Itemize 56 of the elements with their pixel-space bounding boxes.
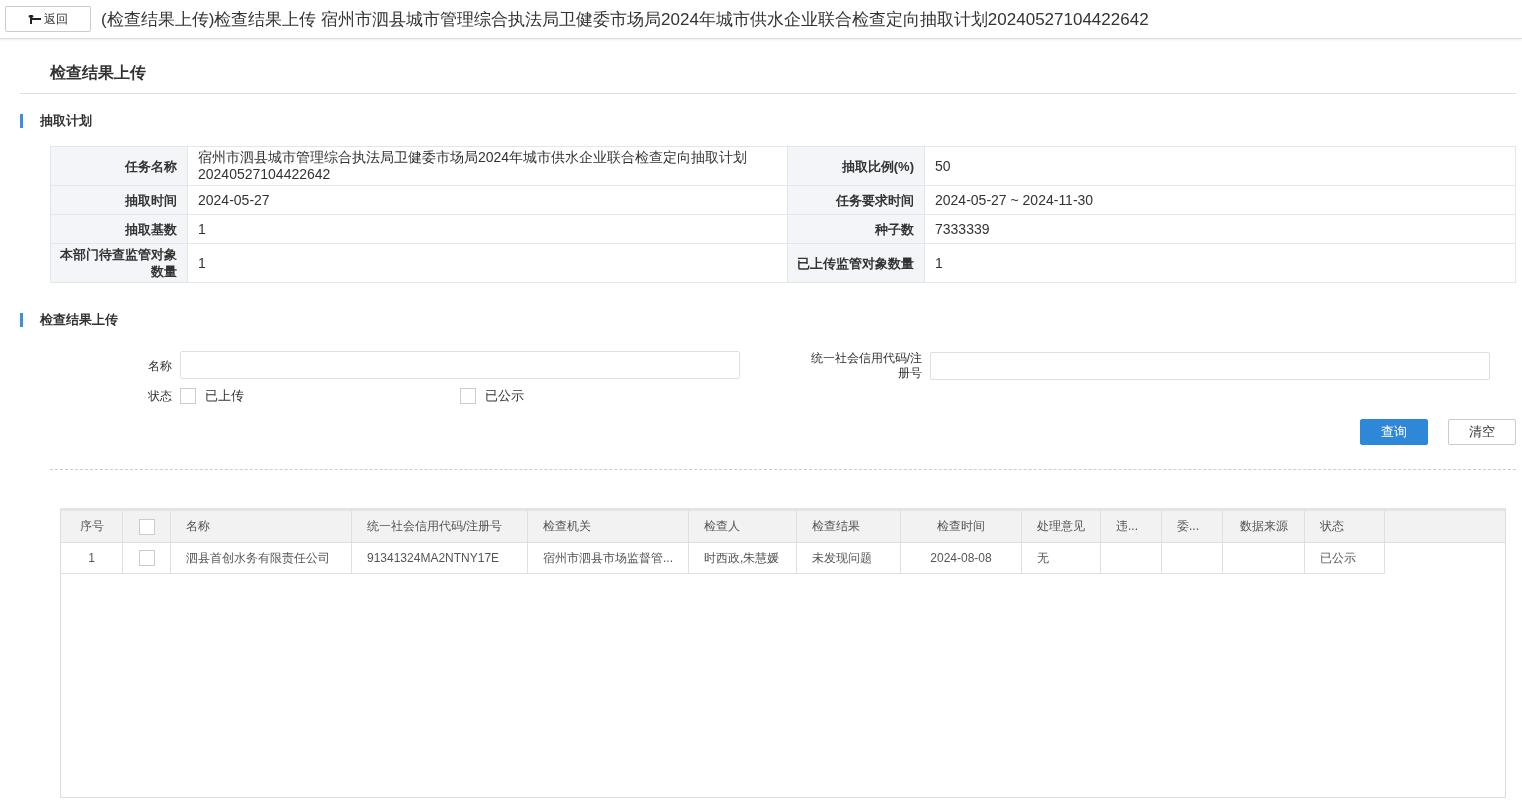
field-value: 宿州市泗县城市管理综合执法局卫健委市场局2024年城市供水企业联合检查定向抽取计划20240527104422642 xyxy=(187,146,788,186)
checkbox-label: 已公示 xyxy=(485,387,524,405)
page-title: 检查结果上传 xyxy=(20,39,1516,94)
checkbox[interactable] xyxy=(180,388,196,404)
field-label: 本部门待查监管对象数量 xyxy=(50,243,188,283)
select-all-checkbox[interactable] xyxy=(138,518,155,535)
column-header: 委... xyxy=(1162,511,1223,542)
field-value: 1 xyxy=(187,243,788,283)
field-label: 种子数 xyxy=(787,214,925,244)
table-cell: 无 xyxy=(1022,543,1101,574)
name-input-field[interactable] xyxy=(180,351,740,379)
field-value: 2024-05-27 ~ 2024-11-30 xyxy=(924,185,1516,215)
table-cell: 91341324MA2NTNY17E xyxy=(352,543,528,574)
clear-button[interactable]: 清空 xyxy=(1448,419,1516,445)
section-heading: 抽取计划 xyxy=(20,114,1516,128)
column-header: 名称 xyxy=(171,511,352,542)
column-header: 序号 xyxy=(61,511,123,542)
field-value: 50 xyxy=(924,146,1516,186)
checkbox[interactable] xyxy=(460,388,476,404)
table-cell: 1 xyxy=(61,543,123,574)
column-header: 检查结果 xyxy=(797,511,901,542)
column-header: 违... xyxy=(1101,511,1162,542)
field-value: 2024-05-27 xyxy=(187,185,788,215)
field-value: 7333339 xyxy=(924,214,1516,244)
column-header: 处理意见 xyxy=(1022,511,1101,542)
column-header: 检查人 xyxy=(689,511,797,542)
return-arrow-icon xyxy=(28,14,41,24)
field-value: 1 xyxy=(187,214,788,244)
table-cell: 未发现问题 xyxy=(797,543,901,574)
field-label: 名称 xyxy=(147,357,173,375)
field-label: 抽取时间 xyxy=(50,185,188,215)
field-label: 任务要求时间 xyxy=(787,185,925,215)
credit-code-input-field[interactable] xyxy=(930,352,1490,380)
back-button[interactable]: 返回 xyxy=(5,6,91,32)
section-heading: 检查结果上传 xyxy=(20,313,1516,327)
window-title: (检查结果上传)检查结果上传 宿州市泗县城市管理综合执法局卫健委市场局2024年城市供水企业联合检查定向抽取计划20240527104422642 xyxy=(101,8,1149,31)
column-header: 状态 xyxy=(1305,511,1385,542)
table-cell: 宿州市泗县市场监督管... xyxy=(528,543,689,574)
column-header: 检查机关 xyxy=(528,511,689,542)
query-button[interactable]: 查询 xyxy=(1360,419,1428,445)
checkbox-label: 已上传 xyxy=(205,387,244,405)
field-label: 已上传监管对象数量 xyxy=(787,243,925,283)
field-label: 任务名称 xyxy=(50,146,188,186)
column-header: 检查时间 xyxy=(901,511,1022,542)
table-cell: 泗县首创水务有限责任公司 xyxy=(171,543,352,574)
field-label: 状态 xyxy=(147,387,173,405)
row-checkbox[interactable] xyxy=(138,550,155,566)
field-label: 抽取基数 xyxy=(50,214,188,244)
table-cell: 已公示 xyxy=(1305,543,1385,574)
field-value: 1 xyxy=(924,243,1516,283)
column-header: 统一社会信用代码/注册号 xyxy=(352,511,528,542)
table-cell: 时西政,朱慧媛 xyxy=(689,543,797,574)
field-label: 统一社会信用代码/注册号 xyxy=(809,351,923,381)
column-header: 数据来源 xyxy=(1223,511,1305,542)
field-label: 抽取比例(%) xyxy=(787,146,925,186)
table-cell: 2024-08-08 xyxy=(901,543,1022,574)
